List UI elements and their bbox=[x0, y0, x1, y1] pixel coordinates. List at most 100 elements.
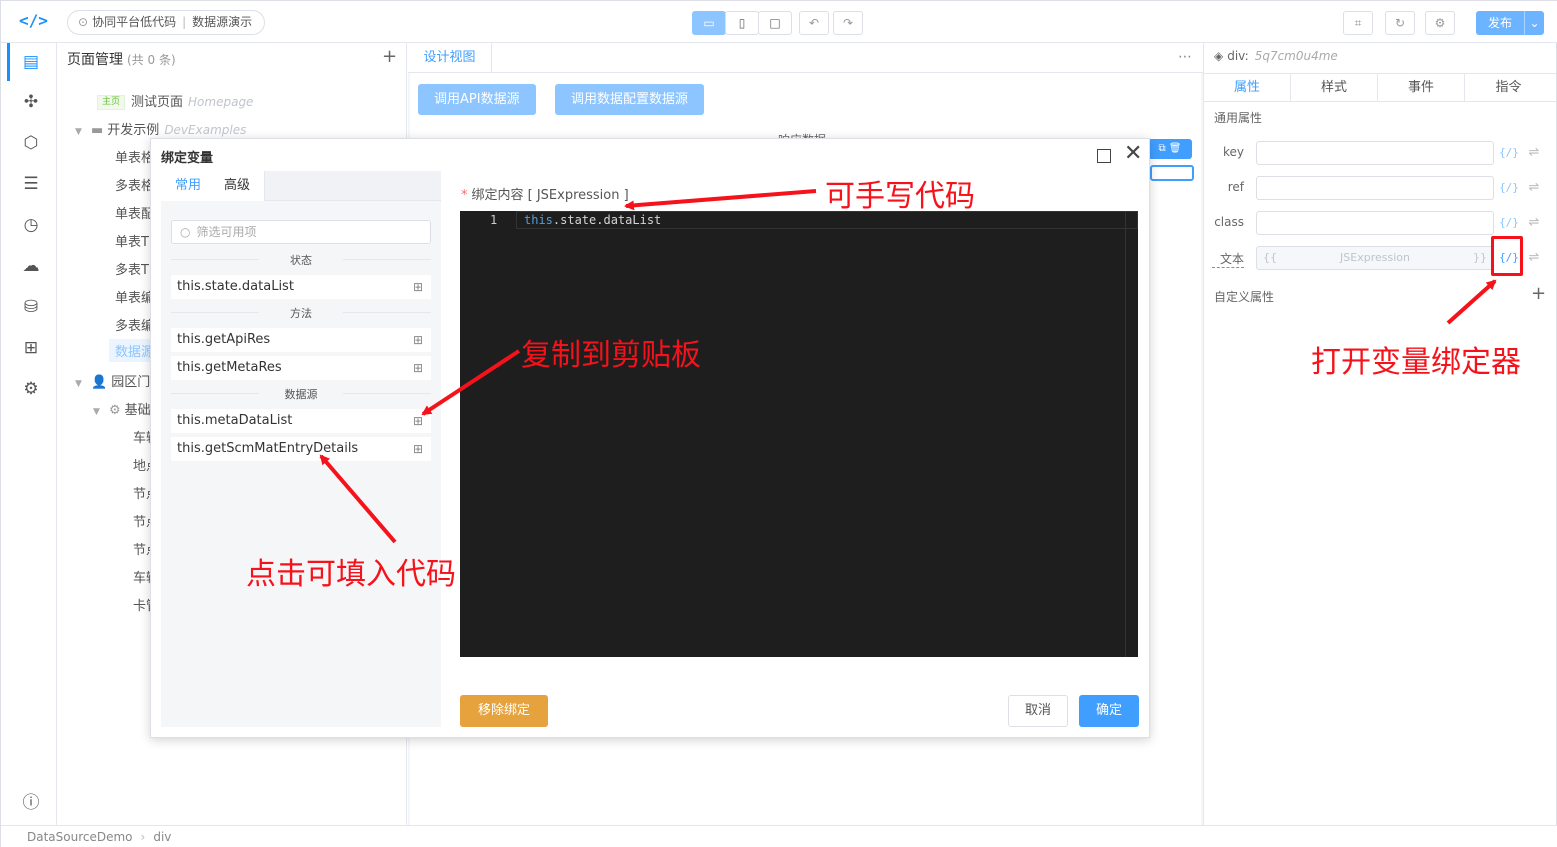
bind-variable-icon[interactable]: {/} bbox=[1498, 177, 1520, 199]
page-count: (共 0 条) bbox=[127, 53, 176, 67]
redo-icon[interactable]: ↷ bbox=[833, 11, 863, 35]
tree-node-devexamples[interactable]: ▼ ▬ 开发示例 DevExamples bbox=[75, 119, 246, 138]
prop-label-key: key bbox=[1222, 145, 1244, 159]
more-icon[interactable]: ⋯ bbox=[1178, 49, 1192, 65]
copy-icon[interactable]: ⊞ bbox=[413, 328, 423, 352]
tree-node[interactable]: 单表编 bbox=[115, 287, 154, 306]
section-custom-props: 自定义属性 bbox=[1214, 290, 1275, 304]
class-input[interactable] bbox=[1256, 211, 1494, 235]
expr-open: {{ bbox=[1263, 251, 1277, 264]
key-input[interactable] bbox=[1256, 141, 1494, 165]
tree-node-basic[interactable]: ▼ ⚙ 基础 bbox=[93, 399, 151, 418]
main-page-badge: 主页 bbox=[97, 95, 126, 110]
code-editor[interactable]: 1 this.state.dataList bbox=[460, 211, 1138, 657]
ref-input[interactable] bbox=[1256, 176, 1494, 200]
left-icon-rail: ▤ ✣ ⬡ ☰ ◷ ☁ ⛁ ⊞ ⚙ ⓘ bbox=[7, 43, 57, 825]
confirm-button[interactable]: 确定 bbox=[1079, 695, 1139, 727]
copy-icon[interactable]: ⊞ bbox=[413, 437, 423, 461]
status-bar: DataSourceDemo › div bbox=[1, 825, 1557, 847]
dialog-title: 绑定变量 bbox=[161, 151, 214, 166]
filter-input[interactable]: ○ 筛选可用项 bbox=[171, 220, 431, 244]
variable-item[interactable]: this.getApiRes ⊞ bbox=[171, 328, 431, 352]
project-breadcrumb[interactable]: ⊙ 协同平台低代码 | 数据源演示 bbox=[67, 10, 266, 35]
top-toolbar: </> ⊙ 协同平台低代码 | 数据源演示 ▭ ▯ □ ↶ ↷ ⌗ ↻ ⚙ 发布 ⌄ bbox=[1, 1, 1557, 43]
gear-icon: ⚙ bbox=[109, 403, 121, 418]
pages-icon[interactable]: ▤ bbox=[19, 50, 43, 74]
bind-variable-icon[interactable]: {/} bbox=[1498, 212, 1520, 234]
variable-item[interactable]: this.metaDataList ⊞ bbox=[171, 409, 431, 433]
tree-node[interactable]: 单表T bbox=[115, 231, 149, 250]
variable-item[interactable]: this.state.dataList ⊞ bbox=[171, 275, 431, 299]
api-cloud-icon[interactable]: ☁ bbox=[19, 254, 43, 278]
maximize-icon[interactable] bbox=[1097, 149, 1111, 163]
line-number: 1 bbox=[490, 213, 498, 227]
caret-down-icon[interactable]: ▼ bbox=[93, 407, 103, 417]
tab-design-view[interactable]: 设计视图 bbox=[408, 43, 492, 73]
text-expression-input[interactable]: {{ JSExpression}} bbox=[1256, 246, 1494, 270]
tab-style[interactable]: 样式 bbox=[1291, 74, 1378, 102]
status-path-node[interactable]: div bbox=[153, 830, 171, 844]
copy-icon[interactable]: ⊞ bbox=[413, 275, 423, 299]
copy-icon[interactable]: ⊞ bbox=[413, 356, 423, 380]
call-api-datasource-button[interactable]: 调用API数据源 bbox=[418, 84, 536, 115]
selected-component-outline[interactable] bbox=[1150, 165, 1194, 181]
publish-button[interactable]: 发布 ⌄ bbox=[1476, 11, 1544, 35]
history-icon: ⊙ bbox=[78, 15, 89, 29]
swap-icon[interactable]: ⇌ bbox=[1524, 212, 1544, 234]
selection-toolbar[interactable]: ⧉ 🗑 bbox=[1148, 139, 1192, 159]
caret-down-icon[interactable]: ▼ bbox=[75, 127, 85, 137]
expr-value: JSExpression bbox=[1340, 251, 1410, 264]
swap-icon[interactable]: ⇌ bbox=[1524, 247, 1544, 269]
editor-scrollbar[interactable] bbox=[1125, 211, 1138, 657]
tree-node[interactable]: 多表编 bbox=[115, 315, 154, 334]
code-line[interactable]: this.state.dataList bbox=[524, 213, 661, 227]
expr-close: }} bbox=[1473, 251, 1487, 264]
cancel-button[interactable]: 取消 bbox=[1008, 695, 1068, 727]
bind-variable-icon[interactable]: {/} bbox=[1498, 142, 1520, 164]
info-icon[interactable]: ⓘ bbox=[19, 791, 43, 815]
tree-node[interactable]: 多表格 bbox=[115, 175, 154, 194]
tab-common[interactable]: 常用 bbox=[161, 171, 217, 201]
tab-props[interactable]: 属性 bbox=[1204, 74, 1291, 102]
tree-node-park[interactable]: ▼ 👤 园区门 bbox=[75, 371, 150, 390]
plugin-icon[interactable]: ✣ bbox=[19, 90, 43, 114]
tab-directives[interactable]: 指令 bbox=[1465, 74, 1552, 102]
tree-node[interactable]: 单表格 bbox=[115, 147, 154, 166]
undo-icon[interactable]: ↶ bbox=[799, 11, 829, 35]
apps-grid-icon[interactable]: ⊞ bbox=[19, 336, 43, 360]
tab-events[interactable]: 事件 bbox=[1378, 74, 1465, 102]
tab-advanced[interactable]: 高级 bbox=[210, 171, 266, 201]
group-state: 状态 bbox=[171, 252, 431, 268]
swap-icon[interactable]: ⇌ bbox=[1524, 177, 1544, 199]
status-path-root[interactable]: DataSourceDemo bbox=[27, 830, 133, 844]
breadcrumb-project: 协同平台低代码 bbox=[92, 15, 177, 29]
outline-tree-icon[interactable]: ☰ bbox=[19, 172, 43, 196]
variable-item[interactable]: this.getMetaRes ⊞ bbox=[171, 356, 431, 380]
variable-item[interactable]: this.getScmMatEntryDetails ⊞ bbox=[171, 437, 431, 461]
prop-label-ref: ref bbox=[1227, 180, 1244, 194]
screenshot-icon[interactable]: ⌗ bbox=[1343, 11, 1373, 35]
annotation-copy: 复制到剪贴板 bbox=[521, 338, 701, 373]
close-icon[interactable]: ✕ bbox=[1124, 142, 1142, 166]
tree-node-homepage[interactable]: 主页 测试页面 Homepage bbox=[97, 91, 253, 110]
remove-binding-button[interactable]: 移除绑定 bbox=[460, 695, 548, 727]
database-icon[interactable]: ⛁ bbox=[19, 295, 43, 319]
code-icon[interactable]: </> bbox=[19, 11, 48, 33]
chevron-down-icon[interactable]: ⌄ bbox=[1524, 11, 1544, 35]
mobile-icon[interactable]: □ bbox=[758, 11, 792, 35]
gear-icon[interactable]: ⚙ bbox=[1425, 11, 1455, 35]
copy-icon[interactable]: ⊞ bbox=[413, 409, 423, 433]
add-page-icon[interactable]: + bbox=[382, 46, 397, 67]
tree-node[interactable]: 单表配 bbox=[115, 203, 154, 222]
swap-icon[interactable]: ⇌ bbox=[1524, 142, 1544, 164]
tablet-icon[interactable]: ▯ bbox=[725, 11, 759, 35]
gear-icon[interactable]: ⚙ bbox=[19, 377, 43, 401]
tree-node[interactable]: 多表T bbox=[115, 259, 149, 278]
history-icon[interactable]: ◷ bbox=[19, 213, 43, 237]
desktop-icon[interactable]: ▭ bbox=[692, 11, 726, 35]
refresh-icon[interactable]: ↻ bbox=[1385, 11, 1415, 35]
component-box-icon[interactable]: ⬡ bbox=[19, 131, 43, 155]
caret-down-icon[interactable]: ▼ bbox=[75, 379, 85, 389]
call-config-datasource-button[interactable]: 调用数据配置数据源 bbox=[555, 84, 705, 115]
add-custom-prop-icon[interactable]: + bbox=[1531, 283, 1546, 304]
